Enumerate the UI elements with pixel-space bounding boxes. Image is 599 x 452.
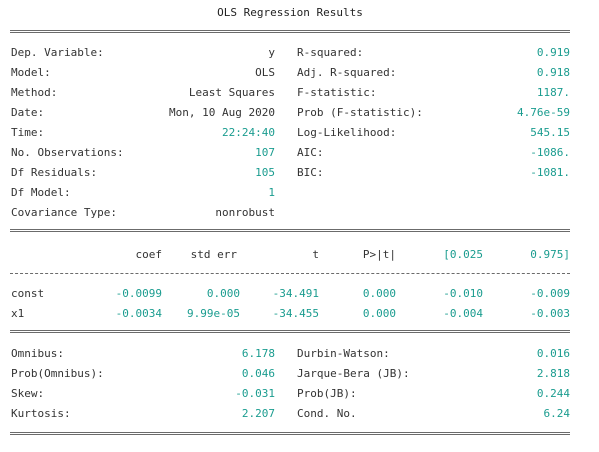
- stat-value: -0.031: [235, 387, 275, 400]
- coef-cell: -0.0099: [115, 287, 162, 300]
- coef-row-name: x1: [11, 307, 25, 320]
- coef-cell: -0.009: [530, 287, 570, 300]
- stat-label: Model:: [11, 66, 51, 79]
- top-row: Method: Least Squares F-statistic: 1187.: [0, 85, 599, 101]
- bottom-row: Prob(Omnibus): 0.046 Jarque-Bera (JB): 2…: [0, 366, 599, 382]
- rule-double: [10, 330, 570, 333]
- stat-label: Skew:: [11, 387, 45, 400]
- stat-value: y: [268, 46, 275, 59]
- stat-value: OLS: [255, 66, 275, 79]
- stat-label: Prob (F-statistic):: [297, 106, 423, 119]
- coef-row: const -0.0099 0.000 -34.491 0.000 -0.010…: [0, 286, 599, 302]
- rule-dashed: [10, 273, 570, 274]
- stat-label: Log-Likelihood:: [297, 126, 397, 139]
- stat-value: 0.919: [536, 46, 570, 59]
- stat-value: 6.24: [543, 407, 571, 420]
- stat-label: Date:: [11, 106, 45, 119]
- stat-label: Cond. No.: [297, 407, 357, 420]
- coef-header: P>|t|: [362, 248, 396, 261]
- stat-label: No. Observations:: [11, 146, 124, 159]
- stat-value: 105: [255, 166, 275, 179]
- coef-cell: 0.000: [362, 287, 396, 300]
- top-row: Model: OLS Adj. R-squared: 0.918: [0, 65, 599, 81]
- bottom-row: Omnibus: 6.178 Durbin-Watson: 0.016: [0, 346, 599, 362]
- stat-value: -1086.: [530, 146, 570, 159]
- stat-label: Df Model:: [11, 186, 71, 199]
- stat-value: 1: [268, 186, 275, 199]
- date-value: Mon, 10 Aug 2020: [169, 106, 275, 119]
- coef-header: [0.025: [443, 248, 483, 261]
- stat-label: Df Residuals:: [11, 166, 98, 179]
- stat-value: 107: [255, 146, 275, 159]
- coef-cell: -0.010: [443, 287, 483, 300]
- coef-row: x1 -0.0034 9.99e-05 -34.455 0.000 -0.004…: [0, 306, 599, 322]
- stat-label: F-statistic:: [297, 86, 377, 99]
- stat-value: 0.918: [536, 66, 570, 79]
- coef-cell: -34.491: [272, 287, 319, 300]
- coef-header: t: [312, 248, 319, 261]
- summary-title: OLS Regression Results: [217, 6, 363, 19]
- coef-cell: 0.000: [362, 307, 396, 320]
- stat-value: 0.244: [536, 387, 570, 400]
- top-row: Date: Mon, 10 Aug 2020 Prob (F-statistic…: [0, 105, 599, 121]
- top-row: Dep. Variable: y R-squared: 0.919: [0, 45, 599, 61]
- stat-label: AIC:: [297, 146, 324, 159]
- stat-label: Jarque-Bera (JB):: [297, 367, 410, 380]
- stat-label: Kurtosis:: [11, 407, 71, 420]
- stat-value: 22:24:40: [222, 126, 275, 139]
- stat-label: Dep. Variable:: [11, 46, 104, 59]
- coef-row-name: const: [11, 287, 45, 300]
- stat-value: 2.207: [241, 407, 275, 420]
- coef-cell: -34.455: [272, 307, 319, 320]
- stat-label: Time:: [11, 126, 45, 139]
- coef-header: 0.975]: [530, 248, 570, 261]
- stat-value: 2.818: [536, 367, 570, 380]
- coef-cell: 0.000: [206, 287, 240, 300]
- stat-label: BIC:: [297, 166, 324, 179]
- top-row: Df Residuals: 105 BIC: -1081.: [0, 165, 599, 181]
- coef-header: coef: [135, 248, 163, 261]
- bottom-row: Kurtosis: 2.207 Cond. No. 6.24: [0, 406, 599, 422]
- stat-label: Prob(JB):: [297, 387, 357, 400]
- stat-label: Adj. R-squared:: [297, 66, 397, 79]
- stat-label: Durbin-Watson:: [297, 347, 390, 360]
- rule-double: [10, 229, 570, 232]
- stat-label: Method:: [11, 86, 58, 99]
- coef-cell: -0.004: [443, 307, 483, 320]
- top-row: No. Observations: 107 AIC: -1086.: [0, 145, 599, 161]
- stat-value: 4.76e-59: [517, 106, 570, 119]
- stat-label: R-squared:: [297, 46, 364, 59]
- stat-value: 545.15: [530, 126, 570, 139]
- top-row: Df Model: 1: [0, 185, 599, 201]
- stat-label: Omnibus:: [11, 347, 64, 360]
- stat-value: 0.016: [536, 347, 570, 360]
- stat-value: nonrobust: [215, 206, 275, 219]
- coef-cell: 9.99e-05: [187, 307, 240, 320]
- stat-label: Prob(Omnibus):: [11, 367, 104, 380]
- stat-label: Covariance Type:: [11, 206, 117, 219]
- stat-value: 6.178: [241, 347, 275, 360]
- bottom-row: Skew: -0.031 Prob(JB): 0.244: [0, 386, 599, 402]
- stat-value: -1081.: [530, 166, 570, 179]
- coef-header-row: coef std err t P>|t| [0.025 0.975]: [0, 247, 599, 263]
- stat-value: Least Squares: [188, 86, 275, 99]
- top-row: Time: 22:24:40 Log-Likelihood: 545.15: [0, 125, 599, 141]
- stat-value: 1187.: [536, 86, 570, 99]
- stat-value: 0.046: [241, 367, 275, 380]
- rule-double: [10, 30, 570, 33]
- coef-cell: -0.0034: [115, 307, 162, 320]
- top-row: Covariance Type: nonrobust: [0, 205, 599, 221]
- coef-header: std err: [190, 248, 237, 261]
- coef-cell: -0.003: [530, 307, 570, 320]
- rule-double: [10, 432, 570, 435]
